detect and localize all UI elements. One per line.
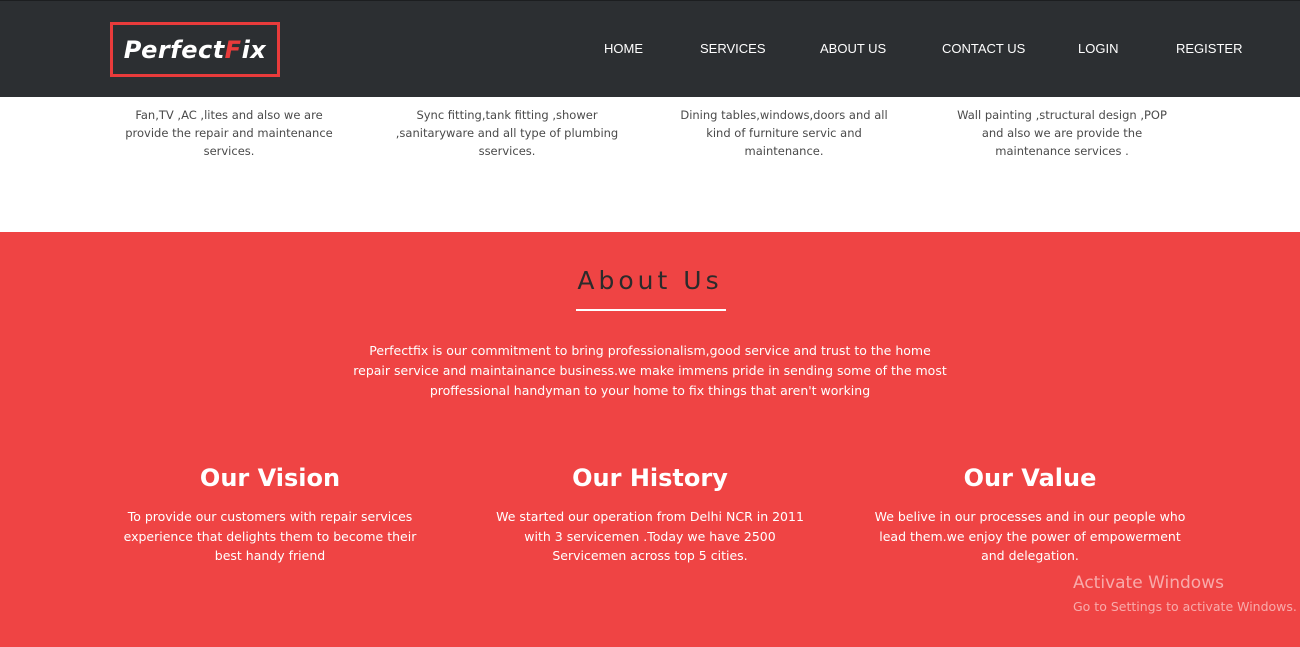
vision-title: Our Vision <box>199 464 341 492</box>
about-title: About Us <box>577 266 723 295</box>
activate-windows-subtitle: Go to Settings to activate Windows. <box>1073 599 1297 614</box>
nav-contact-us[interactable]: CONTACT US <box>942 41 1025 56</box>
history-text: We started our operation from Delhi NCR … <box>496 509 804 563</box>
service-painting-text: Wall painting ,structural design ,POP an… <box>957 108 1167 158</box>
logo[interactable]: PerfectFix <box>110 22 280 77</box>
navbar: PerfectFix HOME SERVICES ABOUT US CONTAC… <box>0 0 1300 97</box>
service-plumbing-text: Sync fitting,tank fitting ,shower ,sanit… <box>395 108 619 158</box>
value-title: Our Value <box>963 464 1097 492</box>
service-carpentry-text: Dining tables,windows,doors and all kind… <box>680 108 888 158</box>
history-title: Our History <box>572 464 728 492</box>
nav-about-us[interactable]: ABOUT US <box>820 41 886 56</box>
logo-text: PerfectFix <box>123 35 267 64</box>
nav-home[interactable]: HOME <box>604 41 643 56</box>
nav-login[interactable]: LOGIN <box>1078 41 1118 56</box>
service-electrical-text: Fan,TV ,AC ,lites and also we are provid… <box>125 108 333 158</box>
activate-windows-title: Activate Windows <box>1073 573 1224 593</box>
value-text: We belive in our processes and in our pe… <box>874 509 1186 563</box>
nav-services[interactable]: SERVICES <box>700 41 766 56</box>
nav-register[interactable]: REGISTER <box>1176 41 1242 56</box>
about-title-underline <box>576 309 726 311</box>
about-description: Perfectfix is our commitment to bring pr… <box>353 343 947 398</box>
vision-text: To provide our customers with repair ser… <box>123 509 417 563</box>
